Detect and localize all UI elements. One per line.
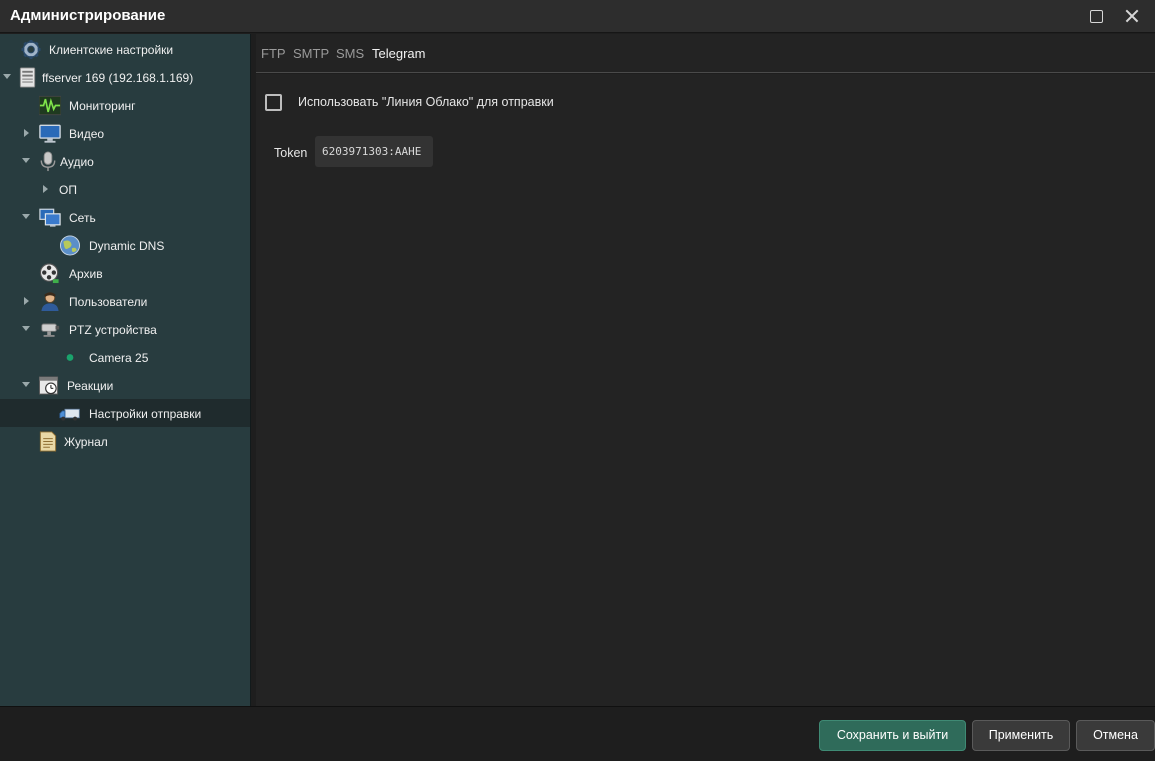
sidebar-item-label: Видео: [69, 127, 105, 141]
sidebar-item-users[interactable]: Пользователи: [0, 287, 250, 315]
sidebar-item-server[interactable]: ffserver 169 (192.168.1.169): [0, 63, 250, 91]
sidebar-item-monitoring[interactable]: Мониторинг: [0, 91, 250, 119]
sidebar-item-label: Аудио: [60, 155, 94, 169]
status-dot-icon: [66, 354, 74, 361]
maximize-icon[interactable]: [1085, 5, 1107, 27]
chevron-down-icon[interactable]: [2, 72, 12, 82]
sidebar-item-send-settings[interactable]: Настройки отправки: [0, 399, 250, 427]
sidebar-item-label: Сеть: [69, 211, 96, 225]
bottom-bar: Сохранить и выйти Применить Отмена: [0, 706, 1155, 761]
token-label: Token: [274, 146, 308, 160]
sidebar-item-label: Клиентские настройки: [49, 43, 174, 57]
sidebar-item-reactions[interactable]: Реакции: [0, 371, 250, 399]
ptz-camera-icon: [41, 323, 60, 337]
title-bar: Администрирование: [0, 0, 1155, 33]
tab-sms[interactable]: SMS: [336, 46, 364, 61]
sidebar-item-label: Camera 25: [89, 351, 149, 365]
sidebar-item-label: Реакции: [67, 379, 114, 393]
journal-icon: [39, 431, 57, 452]
use-cloud-label[interactable]: Использовать "Линия Облако" для отправки: [298, 95, 554, 109]
chevron-down-icon[interactable]: [21, 380, 31, 390]
apply-button[interactable]: Применить: [972, 720, 1070, 751]
server-icon: [19, 67, 36, 88]
calendar-clock-icon: [38, 376, 59, 395]
chevron-right-icon[interactable]: [21, 128, 31, 138]
sidebar-item-client-settings[interactable]: Клиентские настройки: [0, 35, 250, 63]
sidebar-item-label: PTZ устройства: [69, 323, 157, 337]
sidebar-item-video[interactable]: Видео: [0, 119, 250, 147]
user-icon: [41, 292, 59, 312]
sidebar-item-archive[interactable]: Архив: [0, 259, 250, 287]
network-icon: [39, 208, 61, 227]
sidebar-item-audio[interactable]: Аудио: [0, 147, 250, 175]
chevron-down-icon[interactable]: [21, 324, 31, 334]
chevron-right-icon[interactable]: [21, 296, 31, 306]
sidebar-item-label: Dynamic DNS: [89, 239, 165, 253]
cancel-button[interactable]: Отмена: [1076, 720, 1155, 751]
monitor-icon: [39, 124, 61, 143]
sidebar-tree: Клиентские настройки ffserver 169 (192.1…: [0, 34, 251, 706]
globe-icon: [59, 235, 81, 256]
tab-smtp[interactable]: SMTP: [293, 46, 329, 61]
sidebar-item-journal[interactable]: Журнал: [0, 427, 250, 455]
telegram-settings-panel: Использовать "Линия Облако" для отправки…: [256, 74, 1155, 706]
tab-bar: FTP SMTP SMS Telegram: [256, 34, 1155, 73]
tab-ftp[interactable]: FTP: [261, 46, 286, 61]
tab-telegram[interactable]: Telegram: [372, 46, 425, 61]
sidebar-item-label: Пользователи: [69, 295, 148, 309]
sidebar-item-label: Архив: [69, 267, 103, 281]
sidebar-item-label: ОП: [59, 183, 77, 197]
chevron-down-icon[interactable]: [21, 156, 31, 166]
sidebar-item-network[interactable]: Сеть: [0, 203, 250, 231]
sidebar-item-label: ffserver 169 (192.168.1.169): [42, 71, 194, 85]
chevron-down-icon[interactable]: [21, 212, 31, 222]
token-input[interactable]: [315, 136, 433, 167]
sidebar-item-op[interactable]: ОП: [0, 175, 250, 203]
microphone-icon: [40, 151, 56, 172]
use-cloud-checkbox[interactable]: [265, 94, 282, 111]
save-and-exit-button[interactable]: Сохранить и выйти: [819, 720, 966, 751]
sidebar-item-camera-25[interactable]: Camera 25: [0, 343, 250, 371]
monitoring-wave-icon: [39, 95, 61, 116]
film-reel-icon: [39, 263, 59, 284]
sidebar-item-ptz-devices[interactable]: PTZ устройства: [0, 315, 250, 343]
close-icon[interactable]: [1121, 5, 1143, 27]
sidebar-item-label: Мониторинг: [69, 99, 136, 113]
sidebar-item-label: Настройки отправки: [89, 407, 202, 421]
chevron-right-icon[interactable]: [40, 184, 50, 194]
window-title: Администрирование: [10, 7, 166, 24]
sidebar-item-dynamic-dns[interactable]: Dynamic DNS: [0, 231, 250, 259]
delivery-truck-icon: [59, 408, 80, 421]
sidebar-item-label: Журнал: [64, 435, 108, 449]
gear-icon: [21, 39, 41, 60]
